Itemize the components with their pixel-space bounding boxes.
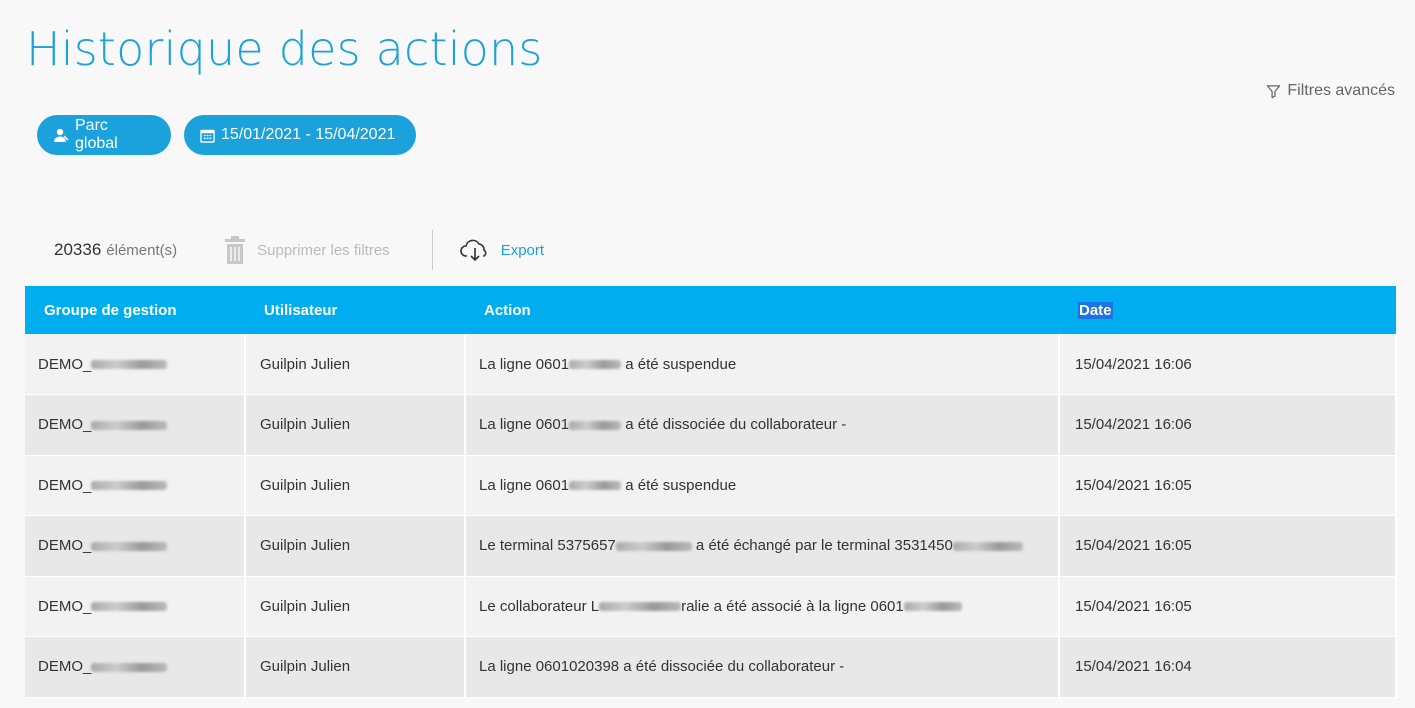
- cell-date: 15/04/2021 16:06: [1059, 394, 1397, 456]
- cell-action-text: La ligne 0601020398 a été dissociée du c…: [479, 658, 845, 676]
- redacted-text: [91, 360, 168, 370]
- cell-action: La ligne 0601020398 a été dissociée du c…: [465, 636, 1060, 698]
- parc-global-chip[interactable]: Parc global: [37, 115, 171, 155]
- table-row[interactable]: DEMO_ Guilpin Julien La ligne 0601 a été…: [25, 394, 1397, 456]
- parc-global-label: Parc global: [75, 117, 118, 152]
- cell-date: 15/04/2021 16:05: [1059, 576, 1397, 637]
- cell-user: Guilpin Julien: [245, 394, 466, 456]
- date-range-label: 15/01/2021 - 15/04/2021: [221, 126, 396, 143]
- cell-action-text: ralie a été associé à la ligne 0601: [681, 597, 904, 615]
- cell-action-text: La ligne 0601: [479, 355, 570, 373]
- cell-group: DEMO_: [25, 636, 246, 698]
- export-button[interactable]: Export: [459, 238, 544, 262]
- delete-filters-button[interactable]: Supprimer les filtres: [223, 235, 390, 265]
- toolbar-divider: [431, 230, 433, 270]
- advanced-filters-label: Filtres avancés: [1287, 82, 1395, 99]
- redacted-text: [569, 360, 622, 370]
- table-row[interactable]: DEMO_ Guilpin Julien Le collaborateur L r…: [25, 576, 1397, 637]
- cell-group-text: DEMO_: [38, 416, 92, 434]
- cell-group-text: DEMO_: [38, 476, 92, 494]
- cell-group-text: DEMO_: [38, 537, 92, 555]
- redacted-text: [91, 602, 168, 612]
- actions-table: Groupe de gestion Utilisateur Action Dat…: [25, 286, 1397, 698]
- cell-user: Guilpin Julien: [245, 515, 466, 577]
- redacted-text: [91, 662, 168, 672]
- column-header-group[interactable]: Groupe de gestion: [25, 286, 245, 334]
- export-label: Export: [500, 241, 545, 259]
- table-row[interactable]: DEMO_ Guilpin Julien La ligne 0601020398…: [25, 636, 1397, 698]
- cell-action-text: Le terminal 5375657: [479, 537, 616, 555]
- cell-action-text: La ligne 0601: [479, 416, 570, 434]
- cell-user: Guilpin Julien: [245, 334, 466, 395]
- cell-group: DEMO_: [25, 576, 246, 637]
- cell-group-text: DEMO_: [38, 355, 92, 373]
- cloud-download-icon: [459, 239, 487, 262]
- toolbar: 20336 élément(s) Supprimer les filtres E…: [54, 230, 544, 270]
- column-header-user[interactable]: Utilisateur: [245, 286, 465, 334]
- cell-date: 15/04/2021 16:04: [1059, 636, 1397, 698]
- redacted-text: [903, 602, 962, 612]
- advanced-filters-button[interactable]: Filtres avancés: [1266, 82, 1395, 100]
- cell-action-text: a été dissociée du collaborateur -: [621, 416, 847, 434]
- cell-group-text: DEMO_: [38, 658, 92, 676]
- cell-group: DEMO_: [25, 334, 246, 395]
- cell-action: La ligne 0601 a été dissociée du collabo…: [465, 394, 1060, 456]
- cell-action: Le collaborateur L ralie a été associé à …: [465, 576, 1060, 637]
- filter-icon: [1267, 84, 1281, 98]
- redacted-text: [615, 541, 692, 551]
- cell-action-text: Le collaborateur L: [479, 597, 600, 615]
- column-header-date-label: Date: [1078, 301, 1113, 319]
- user-icon: [54, 128, 69, 142]
- cell-action-text: a été suspendue: [621, 355, 737, 373]
- cell-action: Le terminal 5375657 a été échangé par le…: [465, 515, 1060, 577]
- cell-user: Guilpin Julien: [245, 455, 466, 516]
- result-count: 20336: [54, 240, 102, 259]
- cell-date: 15/04/2021 16:06: [1059, 334, 1397, 395]
- table-row[interactable]: DEMO_ Guilpin Julien Le terminal 5375657…: [25, 515, 1397, 577]
- trash-icon: [225, 236, 246, 264]
- column-header-action[interactable]: Action: [465, 286, 1059, 334]
- cell-action-text: a été suspendue: [621, 476, 737, 494]
- redacted-text: [91, 541, 168, 551]
- cell-group: DEMO_: [25, 515, 246, 577]
- table-header-row: Groupe de gestion Utilisateur Action Dat…: [25, 286, 1396, 334]
- cell-action-text: a été échangé par le terminal 3531450: [691, 537, 953, 555]
- cell-date: 15/04/2021 16:05: [1059, 515, 1397, 577]
- redacted-text: [91, 481, 168, 491]
- result-count-label: élément(s): [106, 241, 178, 259]
- table-row[interactable]: DEMO_ Guilpin Julien La ligne 0601 a été…: [25, 455, 1397, 516]
- cell-group: DEMO_: [25, 394, 246, 456]
- calendar-icon: [200, 129, 215, 143]
- redacted-text: [952, 541, 1023, 551]
- cell-group: DEMO_: [25, 455, 246, 516]
- redacted-text: [569, 481, 622, 491]
- page-title: Historique des actions: [26, 22, 543, 76]
- cell-action: La ligne 0601 a été suspendue: [465, 455, 1060, 516]
- cell-date: 15/04/2021 16:05: [1059, 455, 1397, 516]
- redacted-text: [91, 420, 168, 430]
- table-row[interactable]: DEMO_ Guilpin Julien La ligne 0601 a été…: [25, 334, 1397, 395]
- delete-filters-label: Supprimer les filtres: [257, 241, 390, 259]
- cell-action-text: La ligne 0601: [479, 476, 570, 494]
- date-range-chip[interactable]: 15/01/2021 - 15/04/2021: [184, 115, 416, 155]
- column-header-date[interactable]: Date: [1059, 286, 1396, 334]
- redacted-text: [569, 420, 622, 430]
- cell-user: Guilpin Julien: [245, 576, 466, 637]
- cell-group-text: DEMO_: [38, 597, 92, 615]
- cell-action: La ligne 0601 a été suspendue: [465, 334, 1060, 395]
- redacted-text: [599, 602, 682, 612]
- cell-user: Guilpin Julien: [245, 636, 466, 698]
